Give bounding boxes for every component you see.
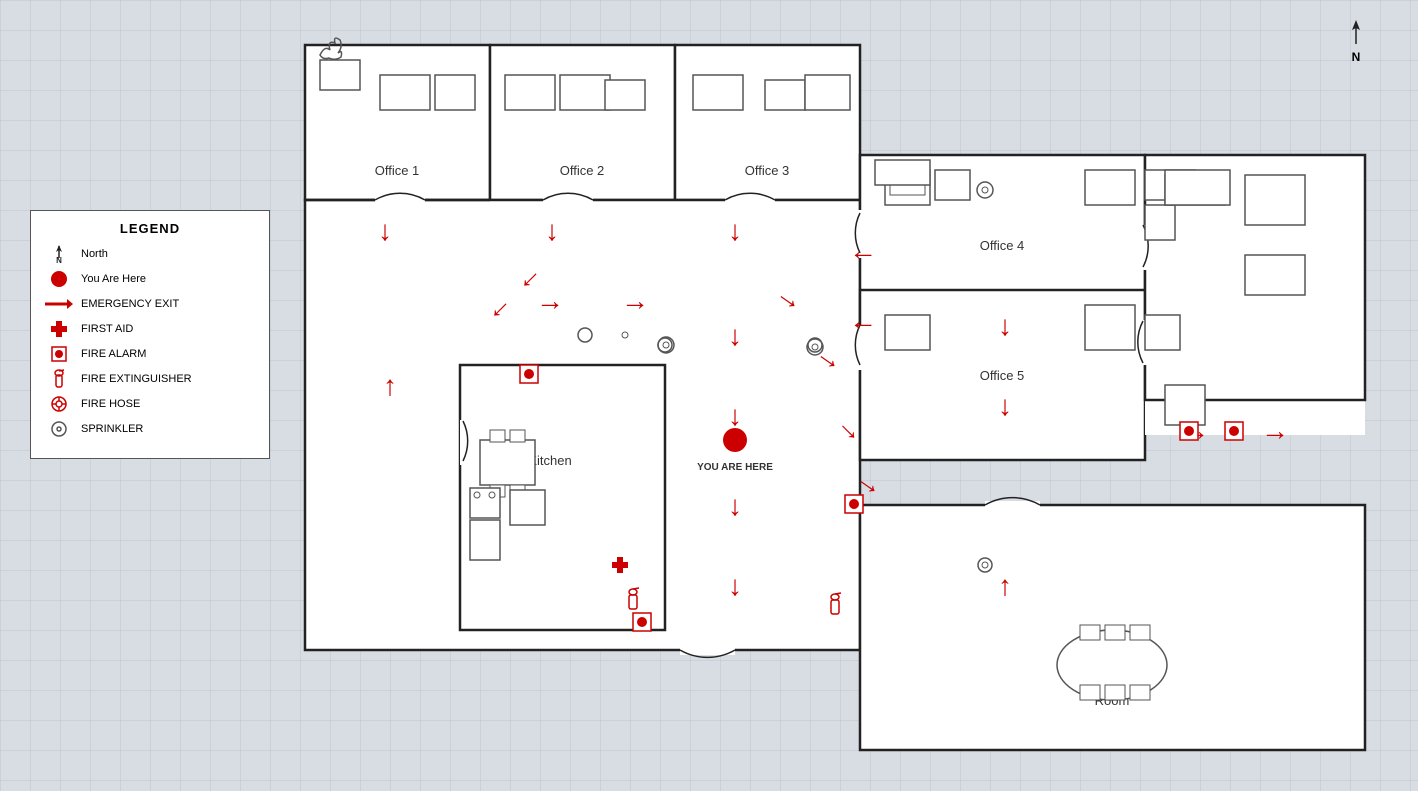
legend-fire-hose: FIRE HOSE [45,394,255,414]
office4-label: Office 4 [980,238,1025,253]
floor-plan-svg: Office 1 Office 2 Office 3 Office 4 Offi… [285,25,1385,775]
svg-text:↓: ↓ [728,490,742,521]
svg-text:↓: ↓ [728,570,742,601]
you-are-here-label: You Are Here [81,273,146,285]
svg-text:↓: ↓ [378,215,392,246]
svg-text:↓: ↓ [998,310,1012,341]
svg-text:↑: ↑ [383,370,397,401]
fire-hose-icon [45,394,73,414]
fire-hose-label: FIRE HOSE [81,398,140,410]
svg-text:N: N [56,256,62,264]
fire-alarm-label: FIRE ALARM [81,348,146,360]
svg-text:↓: ↓ [545,215,559,246]
svg-text:→: → [536,285,564,316]
office3-label: Office 3 [745,163,790,178]
svg-text:→: → [621,285,649,316]
svg-text:↓: ↓ [998,390,1012,421]
north-label: North [81,248,108,260]
fire-alarm-icon [45,344,73,364]
legend-fire-alarm: FIRE ALARM [45,344,255,364]
sprinkler-label: SPRINKLER [81,423,143,435]
legend-box: LEGEND N North You Are Here EMERGENCY EX… [30,210,270,459]
first-aid-label: FIRST AID [81,323,133,335]
legend-fire-extinguisher: FIRE EXTINGUISHER [45,369,255,389]
sprinkler-icon [45,419,73,439]
svg-text:↓: ↓ [728,400,742,431]
you-are-here-icon [45,269,73,289]
office1-label: Office 1 [375,163,420,178]
svg-text:↓: ↓ [728,320,742,351]
legend-first-aid: FIRST AID [45,319,255,339]
legend-emergency-exit: EMERGENCY EXIT [45,294,255,314]
svg-text:←: ← [849,235,877,266]
fire-extinguisher-label: FIRE EXTINGUISHER [81,373,192,385]
office5-label: Office 5 [980,368,1025,383]
svg-text:↑: ↑ [998,570,1012,601]
emergency-exit-label: EMERGENCY EXIT [81,298,179,310]
fire-extinguisher-icon [45,369,73,389]
svg-text:→: → [1261,415,1289,446]
svg-text:YOU ARE HERE: YOU ARE HERE [697,462,773,473]
first-aid-icon [45,319,73,339]
svg-text:←: ← [849,305,877,336]
north-icon: N [45,244,73,264]
emergency-exit-icon [45,294,73,314]
legend-north: N North [45,244,255,264]
office2-label: Office 2 [560,163,605,178]
legend-sprinkler: SPRINKLER [45,419,255,439]
legend-title: LEGEND [45,221,255,236]
legend-you-are-here: You Are Here [45,269,255,289]
svg-text:↓: ↓ [728,215,742,246]
